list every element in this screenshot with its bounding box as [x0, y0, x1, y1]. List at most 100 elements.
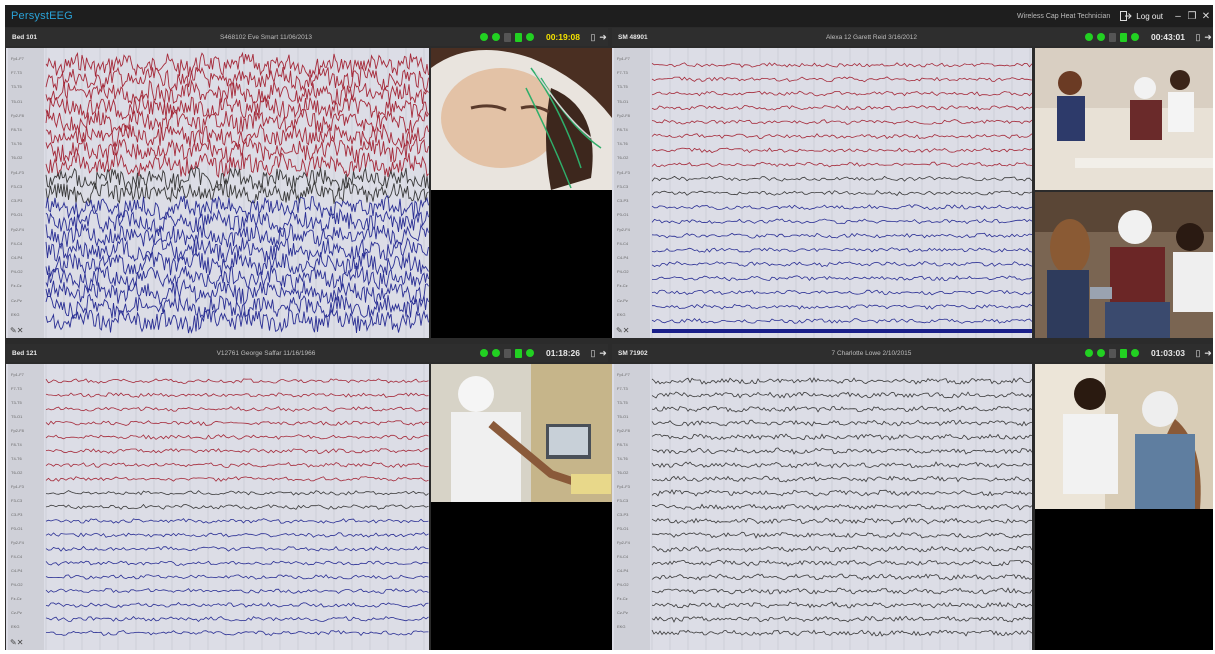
logout-icon: [1120, 11, 1133, 21]
status-led-icon[interactable]: [514, 348, 522, 358]
eeg-channel-trace: [45, 560, 429, 566]
eeg-channel-trace: [45, 518, 429, 524]
status-led-icon[interactable]: [525, 349, 534, 357]
status-led-icon[interactable]: [514, 32, 522, 42]
app-logo: PersystEEG: [11, 10, 73, 22]
eeg-channel-trace: [651, 601, 1032, 609]
status-led-icon[interactable]: [525, 33, 534, 41]
eeg-channel-trace: [651, 377, 1032, 385]
status-led-icon[interactable]: [1130, 349, 1139, 357]
clipboard-icon[interactable]: ▯: [588, 348, 598, 359]
patient-video-feed[interactable]: [431, 48, 612, 190]
status-led-icon[interactable]: [491, 349, 500, 357]
status-led-icon[interactable]: [1096, 33, 1105, 41]
close-icon[interactable]: ✕: [1199, 11, 1213, 22]
eeg-channel-trace: [651, 232, 1032, 239]
patient-name: Alexa 12 Garett Reid 3/16/2012: [825, 33, 918, 41]
tools-icon[interactable]: ✎✕: [10, 638, 23, 647]
status-led-icon[interactable]: [491, 33, 500, 41]
eeg-channel-trace: [651, 275, 1032, 282]
eeg-channel-trace: [651, 175, 1032, 182]
eeg-waveforms: [651, 364, 1032, 650]
eeg-trace-view[interactable]: Fp1-F7 F7-T3 T3-T5 T5-O1 Fp2-F8 F8-T4 T4-T6 T6-…: [6, 48, 429, 338]
monitor-panel-bed-121: Bed 121 V12761 George Saffar 11/16/1966 …: [6, 344, 612, 650]
eeg-channel-trace: [45, 406, 429, 412]
eeg-channel-trace: [45, 601, 429, 608]
video-placeholder: [431, 502, 612, 650]
eeg-channel-trace: [651, 204, 1032, 210]
status-led-icon[interactable]: [1096, 349, 1105, 357]
recording-time: 00:19:08: [545, 32, 580, 42]
bed-label: Bed 101: [12, 33, 37, 41]
status-led-icon[interactable]: [479, 33, 488, 41]
panel-header: SM 71902 7 Charlotte Lowe 2/10/2015 01:0…: [612, 344, 1213, 362]
eeg-channel-trace: [651, 461, 1032, 469]
restore-icon[interactable]: ❐: [1185, 11, 1199, 22]
eeg-channel-trace: [45, 165, 429, 192]
eeg-trace-view[interactable]: Fp1-F7 F7-T3 T3-T5 T5-O1 Fp2-F8 F8-T4 T4-T6 T6-…: [612, 364, 1032, 650]
eeg-channel-trace: [45, 531, 429, 538]
status-led-icon[interactable]: [479, 349, 488, 357]
eeg-channel-trace: [45, 278, 429, 306]
eeg-channel-trace: [651, 489, 1032, 497]
clipboard-icon[interactable]: ▯: [588, 32, 598, 43]
video-placeholder: [431, 190, 612, 338]
status-led-icon[interactable]: [1084, 349, 1093, 357]
eeg-channel-trace: [651, 447, 1032, 455]
forward-arrow-icon[interactable]: ➜: [1203, 32, 1213, 43]
eeg-channel-trace: [45, 378, 429, 384]
status-controls: [1084, 32, 1139, 42]
status-led-icon[interactable]: [1130, 33, 1139, 41]
eeg-channel-trace: [651, 517, 1032, 525]
logout-label: Log out: [1136, 11, 1163, 21]
eeg-channel-trace: [651, 303, 1032, 310]
status-led-icon[interactable]: [1119, 32, 1127, 42]
eeg-trace-view[interactable]: Fp1-F7 F7-T3 T3-T5 T5-O1 Fp2-F8 F8-T4 T4-T6 T6-…: [612, 48, 1032, 338]
status-controls: [479, 348, 534, 358]
eeg-channel-trace: [651, 161, 1032, 168]
eeg-channel-trace: [651, 391, 1032, 399]
patient-video-feed[interactable]: [1035, 48, 1213, 190]
eeg-channel-trace: [45, 51, 429, 78]
status-led-icon[interactable]: [1108, 348, 1116, 358]
eeg-channel-trace: [45, 503, 429, 510]
eeg-trace-view[interactable]: Fp1-F7 F7-T3 T3-T5 T5-O1 Fp2-F8 F8-T4 T4-T6 T6-…: [6, 364, 429, 650]
status-led-icon[interactable]: [503, 348, 511, 358]
monitor-panel-sm-71902: SM 71902 7 Charlotte Lowe 2/10/2015 01:0…: [612, 344, 1213, 650]
monitor-panel-bed-101: Bed 101 S468102 Eve Smart 11/06/2013 00:…: [6, 28, 612, 338]
eeg-channel-trace: [651, 503, 1032, 511]
forward-arrow-icon[interactable]: ➜: [598, 348, 608, 359]
recording-time: 00:43:01: [1150, 32, 1185, 42]
tools-icon[interactable]: ✎✕: [10, 326, 23, 335]
status-led-icon[interactable]: [1119, 348, 1127, 358]
tools-icon[interactable]: ✎✕: [616, 326, 629, 335]
recording-time: 01:03:03: [1150, 348, 1185, 358]
eeg-channel-trace: [651, 559, 1032, 567]
eeg-channel-trace: [45, 588, 429, 594]
eeg-channel-trace: [45, 265, 429, 292]
eeg-channel-trace: [45, 461, 429, 468]
video-placeholder: [1035, 509, 1213, 650]
eeg-channel-trace: [45, 434, 429, 440]
eeg-channel-trace: [651, 318, 1032, 324]
eeg-channel-trace: [651, 419, 1032, 427]
eeg-channel-trace: [651, 289, 1032, 296]
eeg-channel-trace: [651, 587, 1032, 595]
patient-video-feed[interactable]: [431, 364, 612, 502]
forward-arrow-icon[interactable]: ➜: [598, 32, 608, 43]
eeg-waveforms: [45, 48, 429, 338]
logout-button[interactable]: Log out: [1120, 11, 1163, 21]
clipboard-icon[interactable]: ▯: [1193, 32, 1203, 43]
status-led-icon[interactable]: [503, 32, 511, 42]
forward-arrow-icon[interactable]: ➜: [1203, 348, 1213, 359]
minimize-icon[interactable]: –: [1171, 11, 1185, 22]
clipboard-icon[interactable]: ▯: [1193, 348, 1203, 359]
status-led-icon[interactable]: [1108, 32, 1116, 42]
patient-video-feed[interactable]: [1035, 364, 1213, 509]
eeg-channel-trace: [651, 90, 1032, 97]
patient-video-feed[interactable]: [1035, 192, 1213, 338]
app-window: PersystEEG Wireless Cap Heat Technician …: [5, 5, 1213, 650]
eeg-channel-trace: [651, 615, 1032, 623]
status-led-icon[interactable]: [1084, 33, 1093, 41]
eeg-channel-trace: [45, 136, 429, 164]
